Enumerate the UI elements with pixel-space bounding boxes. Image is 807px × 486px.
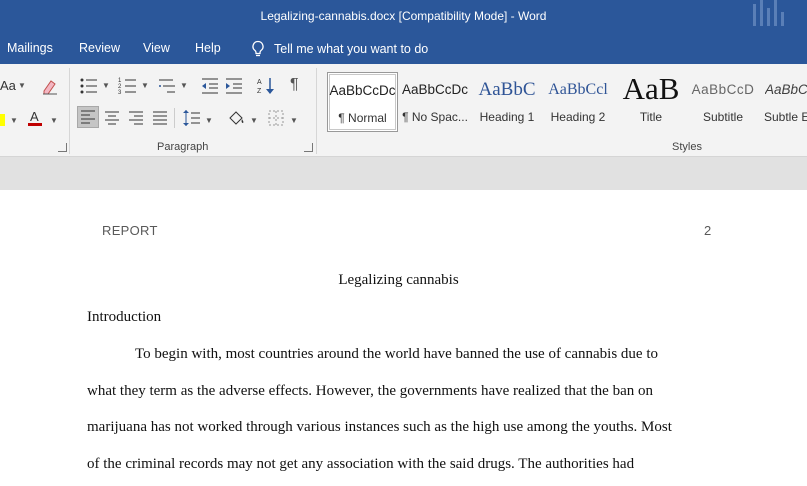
style-name: Heading 2 bbox=[550, 110, 606, 124]
borders-icon[interactable] bbox=[266, 108, 286, 128]
group-separator bbox=[69, 68, 70, 154]
paragraph-line: To begin with, most countries around the… bbox=[135, 346, 658, 362]
justify-icon[interactable] bbox=[150, 108, 170, 128]
style-sample: AaBbCcl bbox=[548, 81, 608, 98]
align-center-icon[interactable] bbox=[102, 108, 122, 128]
document-area-background bbox=[0, 157, 807, 190]
highlight-swatch[interactable] bbox=[0, 114, 5, 126]
paragraph-line: of the criminal records may not get any … bbox=[87, 456, 635, 472]
chevron-down-icon: ▼ bbox=[180, 81, 188, 90]
style-subtle-emphasis[interactable]: AaBbC Subtle E bbox=[760, 72, 807, 132]
style-normal[interactable]: AaBbCcDc ¶ Normal bbox=[327, 72, 398, 132]
style-name: Title bbox=[639, 110, 663, 124]
styles-group-label: Styles bbox=[672, 141, 702, 153]
chevron-down-icon: ▼ bbox=[250, 116, 258, 125]
sort-icon[interactable]: AZ bbox=[256, 76, 276, 96]
style-sample: AaBbC bbox=[478, 79, 536, 100]
style-sample: AaBbCcD bbox=[691, 82, 755, 97]
chevron-down-icon: ▼ bbox=[50, 116, 58, 125]
document-title: Legalizing cannabis bbox=[338, 272, 459, 288]
svg-text:Z: Z bbox=[257, 88, 262, 95]
change-case-button[interactable]: Aa bbox=[0, 78, 16, 93]
multilevel-list-icon[interactable] bbox=[157, 76, 177, 96]
group-separator bbox=[316, 68, 317, 154]
align-left-icon bbox=[81, 110, 95, 124]
chevron-down-icon: ▼ bbox=[290, 116, 298, 125]
tab-mailings[interactable]: Mailings bbox=[7, 41, 53, 55]
ribbon-tab-bar: Mailings Review View Help Tell me what y… bbox=[0, 32, 807, 64]
chevron-down-icon: ▼ bbox=[141, 81, 149, 90]
chevron-down-icon: ▼ bbox=[10, 116, 18, 125]
ribbon: Aa ▼ ▼ A ▼ ▼ 123 ▼ ▼ AZ ¶ ▼ ▼ ▼ Paragrap… bbox=[0, 64, 807, 157]
svg-text:A: A bbox=[257, 79, 262, 86]
font-color-icon[interactable]: A bbox=[26, 108, 46, 128]
clear-formatting-icon[interactable] bbox=[40, 76, 60, 96]
style-heading-1[interactable]: AaBbC Heading 1 bbox=[472, 72, 542, 132]
page-number: 2 bbox=[704, 223, 712, 238]
align-left-button[interactable] bbox=[77, 106, 99, 128]
document-page[interactable]: REPORT 2 Legalizing cannabis Introductio… bbox=[0, 190, 807, 486]
style-subtitle[interactable]: AaBbCcD Subtitle bbox=[688, 72, 758, 132]
style-name: Subtitle bbox=[702, 110, 744, 124]
chevron-down-icon: ▼ bbox=[18, 81, 26, 90]
numbering-icon[interactable]: 123 bbox=[118, 76, 138, 96]
style-sample: AaBbC bbox=[765, 82, 807, 97]
paragraph-dialog-launcher[interactable] bbox=[304, 143, 313, 152]
show-formatting-marks-button[interactable]: ¶ bbox=[290, 76, 299, 94]
style-no-spacing[interactable]: AaBbCcDc ¶ No Spac... bbox=[400, 72, 470, 132]
style-sample: AaBbCcDc bbox=[401, 82, 469, 97]
style-sample: AaBbCcDc bbox=[329, 83, 396, 98]
chevron-down-icon: ▼ bbox=[102, 81, 110, 90]
tab-review[interactable]: Review bbox=[79, 41, 120, 55]
style-name: ¶ Normal bbox=[338, 111, 387, 125]
align-right-icon[interactable] bbox=[126, 108, 146, 128]
font-dialog-launcher[interactable] bbox=[58, 143, 67, 152]
style-heading-2[interactable]: AaBbCcl Heading 2 bbox=[544, 72, 612, 132]
paragraph-group-label: Paragraph bbox=[157, 141, 209, 153]
tell-me-search[interactable]: Tell me what you want to do bbox=[250, 38, 428, 60]
title-bar: Legalizing-cannabis.docx [Compatibility … bbox=[0, 0, 807, 32]
style-name: Subtle E bbox=[764, 110, 807, 124]
style-title[interactable]: AaB Title bbox=[616, 71, 686, 132]
shading-icon[interactable] bbox=[226, 108, 246, 128]
divider bbox=[174, 108, 175, 128]
svg-text:3: 3 bbox=[118, 90, 122, 96]
paragraph-line: marijuana has not worked through various… bbox=[87, 419, 672, 435]
paragraph-line: what they term as the adverse effects. H… bbox=[87, 383, 653, 399]
style-sample: AaB bbox=[622, 71, 680, 106]
line-spacing-icon[interactable] bbox=[182, 108, 202, 128]
style-name: Heading 1 bbox=[479, 110, 535, 124]
page-header-text: REPORT bbox=[102, 223, 158, 238]
increase-indent-icon[interactable] bbox=[224, 76, 244, 96]
tab-help[interactable]: Help bbox=[195, 41, 221, 55]
lightbulb-icon bbox=[252, 40, 264, 57]
svg-text:A: A bbox=[30, 109, 39, 124]
tab-view[interactable]: View bbox=[143, 41, 170, 55]
style-name: ¶ No Spac... bbox=[402, 110, 468, 124]
section-heading: Introduction bbox=[87, 309, 162, 325]
tell-me-label: Tell me what you want to do bbox=[274, 42, 429, 56]
bullets-icon[interactable] bbox=[79, 76, 99, 96]
window-title: Legalizing-cannabis.docx [Compatibility … bbox=[260, 9, 547, 23]
decrease-indent-icon[interactable] bbox=[200, 76, 220, 96]
chevron-down-icon: ▼ bbox=[205, 116, 213, 125]
titlebar-decoration bbox=[751, 0, 785, 30]
